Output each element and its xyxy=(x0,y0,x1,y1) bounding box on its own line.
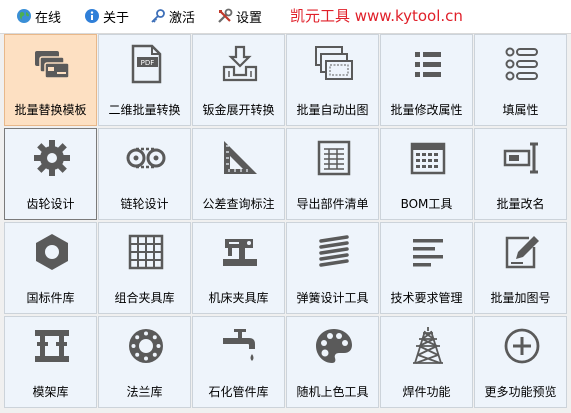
tile-tolerance-query[interactable]: 公差查询标注 xyxy=(192,128,285,220)
text-lines-icon xyxy=(413,239,443,267)
tile-weldment-functions[interactable]: 焊件功能 xyxy=(380,316,473,408)
tile-label: 导出部件清单 xyxy=(296,197,369,211)
tile-label: 弹簧设计工具 xyxy=(296,291,369,305)
tile-label: 石化管件库 xyxy=(208,385,269,399)
cards-icon xyxy=(35,51,70,79)
info-icon xyxy=(85,9,99,23)
tile-batch-add-drawing-number[interactable]: 批量加图号 xyxy=(474,222,567,314)
sheet-metal-icon xyxy=(222,45,258,82)
menu-activate-label: 激活 xyxy=(169,10,196,26)
palette-icon xyxy=(316,329,352,363)
calendar-table-icon xyxy=(410,142,446,175)
tile-label: 齿轮设计 xyxy=(26,197,75,211)
tile-petrochemical-fittings[interactable]: 石化管件库 xyxy=(192,316,285,408)
menu-settings[interactable]: 设置 xyxy=(217,6,262,26)
properties-list-icon xyxy=(505,47,538,81)
tile-2d-batch-convert[interactable]: PDF 二维批量转换 xyxy=(98,34,191,126)
tile-sprocket-design[interactable]: 链轮设计 xyxy=(98,128,191,220)
tile-machine-fixture-library[interactable]: 机床夹具库 xyxy=(192,222,285,314)
tile-batch-modify-properties[interactable]: 批量修改属性 xyxy=(380,34,473,126)
tile-export-parts-list[interactable]: 导出部件清单 xyxy=(286,128,379,220)
tile-spring-design-tool[interactable]: 弹簧设计工具 xyxy=(286,222,379,314)
plus-circle-icon xyxy=(504,328,540,364)
tile-label: 链轮设计 xyxy=(120,197,169,211)
tile-label: 批量自动出图 xyxy=(296,103,369,117)
globe-icon xyxy=(17,9,31,23)
tile-batch-rename[interactable]: 批量改名 xyxy=(474,128,567,220)
key-icon xyxy=(151,9,165,23)
tile-batch-replace-template[interactable]: 批量替换模板 xyxy=(4,34,97,126)
faucet-icon xyxy=(223,329,255,361)
set-square-icon xyxy=(224,141,257,174)
brand-text: 凯元工具 www.kytool.cn xyxy=(290,7,463,25)
mold-base-icon xyxy=(35,330,69,362)
rename-icon xyxy=(503,142,538,174)
sewing-machine-icon xyxy=(223,239,257,266)
tile-label: 二维批量转换 xyxy=(108,103,181,117)
menu-settings-label: 设置 xyxy=(236,10,263,26)
tile-fill-properties[interactable]: 填属性 xyxy=(474,34,567,126)
chain-icon xyxy=(126,147,166,169)
spring-icon xyxy=(319,235,349,267)
tile-modular-fixture-library[interactable]: 组合夹具库 xyxy=(98,222,191,314)
tool-grid: 批量替换模板 PDF 二维批量转换 钣金展开转换 批量自动出图 批量修改属性 填… xyxy=(4,34,569,412)
menu-about[interactable]: 关于 xyxy=(84,6,129,26)
tile-label: 公差查询标注 xyxy=(202,197,275,211)
list-icon xyxy=(415,52,441,77)
tile-label: 技术要求管理 xyxy=(390,291,463,305)
tile-more-features-preview[interactable]: 更多功能预览 xyxy=(474,316,567,408)
tile-label: 焊件功能 xyxy=(402,385,451,399)
tile-mold-base-library[interactable]: 模架库 xyxy=(4,316,97,408)
menu-activate[interactable]: 激活 xyxy=(150,6,195,26)
tile-batch-auto-drawing[interactable]: 批量自动出图 xyxy=(286,34,379,126)
pdf-icon: PDF xyxy=(131,44,162,84)
tile-bom-tool[interactable]: BOM工具 xyxy=(380,128,473,220)
tile-label: 批量修改属性 xyxy=(390,103,463,117)
svg-text:PDF: PDF xyxy=(141,59,155,67)
spreadsheet-icon xyxy=(317,140,351,176)
tile-label: 批量改名 xyxy=(496,197,545,211)
tile-label: BOM工具 xyxy=(400,197,453,211)
flange-icon xyxy=(129,329,163,363)
edit-icon xyxy=(505,236,539,269)
tile-label: 批量替换模板 xyxy=(14,103,87,117)
hex-nut-icon xyxy=(36,234,68,270)
tile-standard-parts-library[interactable]: 国标件库 xyxy=(4,222,97,314)
menu-online[interactable]: 在线 xyxy=(16,6,61,26)
tile-gear-design[interactable]: 齿轮设计 xyxy=(4,128,97,220)
menu-bar: 在线 关于 激活 设置 凯元工具 www.kytool.cn xyxy=(0,0,571,34)
tile-label: 批量加图号 xyxy=(490,291,551,305)
tile-sheet-metal-unfold[interactable]: 钣金展开转换 xyxy=(192,34,285,126)
tile-label: 钣金展开转换 xyxy=(202,103,275,117)
tile-label: 组合夹具库 xyxy=(114,291,175,305)
tile-label: 填属性 xyxy=(502,103,539,117)
tile-label: 更多功能预览 xyxy=(484,385,557,399)
menu-online-label: 在线 xyxy=(35,10,62,26)
tile-label: 模架库 xyxy=(32,385,69,399)
tile-flange-library[interactable]: 法兰库 xyxy=(98,316,191,408)
tile-label: 国标件库 xyxy=(26,291,75,305)
tile-label: 机床夹具库 xyxy=(208,291,269,305)
tile-label: 法兰库 xyxy=(126,385,163,399)
drawings-icon xyxy=(315,46,353,80)
tools-icon xyxy=(218,8,233,23)
menu-about-label: 关于 xyxy=(103,10,130,26)
grid-plate-icon xyxy=(128,234,164,270)
tile-random-color-tool[interactable]: 随机上色工具 xyxy=(286,316,379,408)
tower-icon xyxy=(413,327,443,364)
gear-icon xyxy=(34,140,70,176)
tile-tech-requirements[interactable]: 技术要求管理 xyxy=(380,222,473,314)
tile-label: 随机上色工具 xyxy=(296,385,369,399)
